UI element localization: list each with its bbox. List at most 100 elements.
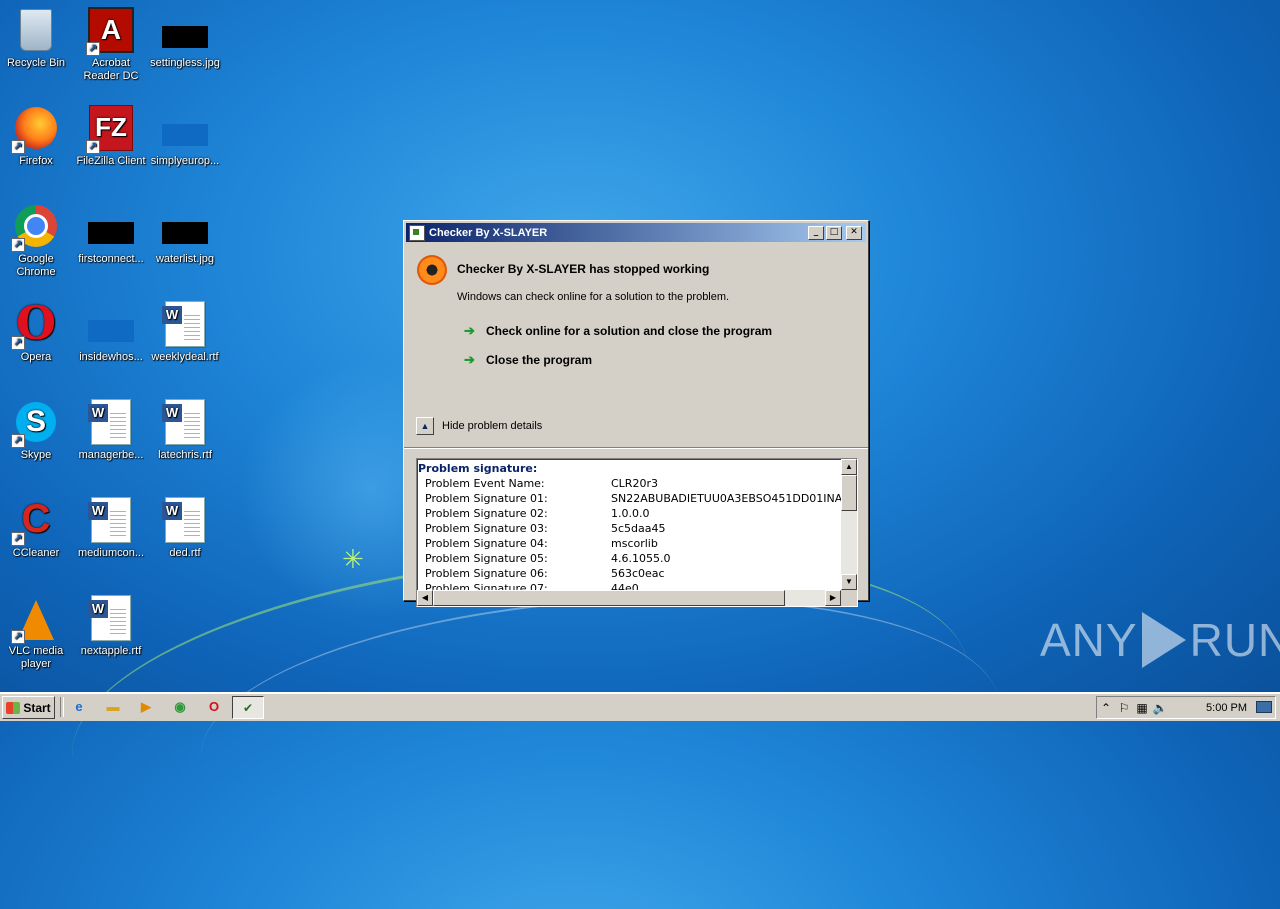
shortcut-arrow-icon: ↗ [11,140,25,154]
system-tray: ⌃ ⚐ ▦ 🔈 5:00 PM [1096,696,1276,719]
desktop-icon-label: simplyeurop... [150,155,220,167]
watermark-right-text: RUN [1189,614,1280,666]
shortcut-arrow-icon: ↗ [86,42,100,56]
desktop-icon-label: latechris.rtf [158,449,212,461]
vertical-scrollbar[interactable]: ▲ ▼ [841,459,857,590]
volume-icon[interactable]: 🔈 [1151,701,1169,715]
green-arrow-icon: ➔ [464,352,475,367]
play-logo-icon [1141,612,1186,668]
problem-details-text[interactable]: Problem signature: Problem Event Name: CL… [417,461,841,590]
desktop-icon-label: Recycle Bin [6,57,66,69]
desktop-icon-label: waterlist.jpg [155,253,215,265]
desktop-icon-vlc[interactable]: ↗ VLC media player [0,596,73,671]
word-document-icon: W [162,496,205,543]
file-thumbnail-icon [88,221,134,244]
windows-flag-icon [6,701,21,714]
desktop-icon-skype[interactable]: S ↗ Skype [0,400,73,462]
desktop-icon-ccleaner[interactable]: C ↗ CCleaner [0,498,73,560]
media-player-icon[interactable]: ▶ [137,698,155,716]
action-center-flag-icon[interactable]: ⚐ [1115,701,1133,715]
file-thumbnail-icon [162,123,208,146]
desktop-icon-label: mediumcon... [77,547,145,559]
desktop-icon-managerbe[interactable]: W managerbe... [74,398,148,462]
problem-detail-row: Problem Signature 05: 4.6.1055.0 [417,551,841,566]
desktop-icon-chrome[interactable]: ↗ Google Chrome [0,204,73,279]
desktop-icon-simplyeurop[interactable]: simplyeurop... [148,106,222,168]
desktop-icon-label: insidewhos... [79,351,143,363]
check-online-option[interactable]: ➔ Check online for a solution and close … [464,323,772,339]
desktop-icon-filezilla[interactable]: FZ ↗ FileZilla Client [74,104,148,168]
desktop-icon-mediumcon[interactable]: W mediumcon... [74,496,148,560]
detail-value: 44e0 [611,582,639,590]
close-button[interactable]: ✕ [846,225,862,240]
detail-key: Problem Signature 01: [425,492,548,505]
desktop-icon-insidewhos[interactable]: insidewhos... [74,302,148,364]
problem-detail-row: Problem Signature 04: mscorlib [417,536,841,551]
maximize-button[interactable]: □ [826,225,842,240]
show-hidden-icons-icon[interactable]: ⌃ [1097,701,1115,715]
collapse-arrow-icon[interactable]: ▲ [416,417,434,435]
show-desktop-button[interactable] [1256,701,1272,713]
desktop-icon-acrobat[interactable]: A ↗ Acrobat Reader DC [74,6,148,83]
minimize-button[interactable]: _ [808,225,824,240]
shortcut-arrow-icon: ↗ [11,238,25,252]
desktop-icon-nextapple[interactable]: W nextapple.rtf [74,594,148,658]
chrome-taskbar-icon[interactable]: ◉ [171,698,189,716]
problem-details-box[interactable]: Problem signature: Problem Event Name: CL… [416,458,858,607]
desktop-icon-label: Acrobat Reader DC [83,57,139,82]
clock[interactable]: 5:00 PM [1206,702,1247,714]
horizontal-scrollbar[interactable]: ◀ ▶ [417,590,841,606]
checker-task-button[interactable]: ✔ [232,696,264,719]
problem-detail-row: Problem Event Name: CLR20r3 [417,476,841,491]
checker-app-icon: ✔ [242,700,254,715]
detail-value: CLR20r3 [611,477,658,490]
watermark-left-text: ANY [1040,614,1138,666]
shortcut-arrow-icon: ↗ [11,434,25,448]
desktop-icon-label: Firefox [19,155,53,167]
scroll-down-button[interactable]: ▼ [841,574,857,590]
detail-value: 1.0.0.0 [611,507,650,520]
desktop-icon-recycle-bin[interactable]: Recycle Bin [0,8,73,70]
error-heading: Checker By X-SLAYER has stopped working [457,262,710,276]
desktop-icon-firstconnect[interactable]: firstconnect... [74,204,148,266]
horizontal-scroll-thumb[interactable] [433,590,785,606]
network-icon[interactable]: ▦ [1133,701,1151,715]
desktop-icon-label: settingless.jpg [150,57,220,69]
hide-details-toggle[interactable]: ▲ Hide problem details [416,417,542,435]
anyrun-watermark: ANY RUN [1040,612,1280,668]
file-thumbnail-icon [162,25,208,48]
vertical-scroll-thumb[interactable] [841,475,857,511]
divider [404,447,868,449]
desktop-icon-label: weeklydeal.rtf [151,351,219,363]
desktop-icon-opera[interactable]: O ↗ Opera [0,300,73,364]
file-thumbnail-icon [162,221,208,244]
opera-taskbar-icon[interactable]: O [205,698,223,716]
detail-value: mscorlib [611,537,658,550]
desktop-icon-label: FileZilla Client [76,155,146,167]
start-button[interactable]: Start [2,696,55,719]
close-program-option[interactable]: ➔ Close the program [464,352,592,368]
desktop-icon-firefox[interactable]: ↗ Firefox [0,106,73,168]
scroll-right-button[interactable]: ▶ [825,590,841,606]
desktop-icon-waterlist[interactable]: waterlist.jpg [148,204,222,266]
dialog-titlebar[interactable]: Checker By X-SLAYER _ □ ✕ [406,223,866,242]
taskbar-separator [60,697,64,717]
internet-explorer-icon[interactable]: e [70,698,88,716]
desktop-icon-ded[interactable]: W ded.rtf [148,496,222,560]
problem-detail-row: Problem Signature 06: 563c0eac [417,566,841,581]
desktop-icon-label: nextapple.rtf [80,645,142,657]
scroll-up-button[interactable]: ▲ [841,459,857,475]
word-document-icon: W [88,398,131,445]
folder-icon[interactable]: ▬ [104,698,122,716]
desktop-icon-latechris[interactable]: W latechris.rtf [148,398,222,462]
detail-key: Problem Signature 07: [425,582,548,590]
scroll-left-button[interactable]: ◀ [417,590,433,606]
close-program-label: Close the program [486,353,593,367]
desktop-icon-label: firstconnect... [78,253,144,265]
detail-value: 563c0eac [611,567,665,580]
desktop-icon-settingless[interactable]: settingless.jpg [148,8,222,70]
detail-value: 5c5daa45 [611,522,666,535]
desktop-icon-label: Skype [20,449,52,461]
desktop-icon-weeklydeal[interactable]: W weeklydeal.rtf [148,300,222,364]
shortcut-arrow-icon: ↗ [11,336,25,350]
